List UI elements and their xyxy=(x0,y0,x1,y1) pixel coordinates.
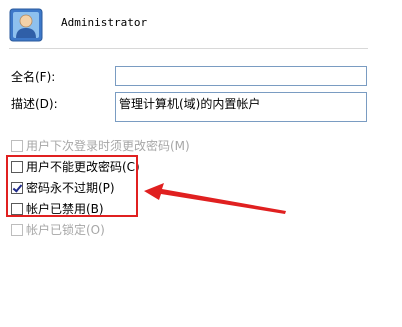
divider xyxy=(9,48,368,49)
must-change-password-checkbox[interactable] xyxy=(11,139,23,152)
description-field[interactable]: 管理计算机(域)的内置帐户 xyxy=(115,92,367,122)
fullname-field[interactable] xyxy=(115,66,367,86)
account-locked-checkbox[interactable] xyxy=(11,223,23,236)
option-account-locked[interactable]: 帐户已锁定(O) xyxy=(11,221,105,238)
option-must-change-password[interactable]: 用户下次登录时须更改密码(M) xyxy=(11,137,190,154)
fullname-label: 全名(F): xyxy=(11,70,56,84)
description-label: 描述(D): xyxy=(11,97,58,111)
annotation-highlight-box xyxy=(6,155,138,217)
annotation-arrow-icon xyxy=(144,183,286,214)
account-locked-label: 帐户已锁定(O) xyxy=(26,223,105,237)
must-change-password-label: 用户下次登录时须更改密码(M) xyxy=(26,139,190,153)
username: Administrator xyxy=(61,16,148,29)
user-avatar-icon xyxy=(9,8,43,42)
